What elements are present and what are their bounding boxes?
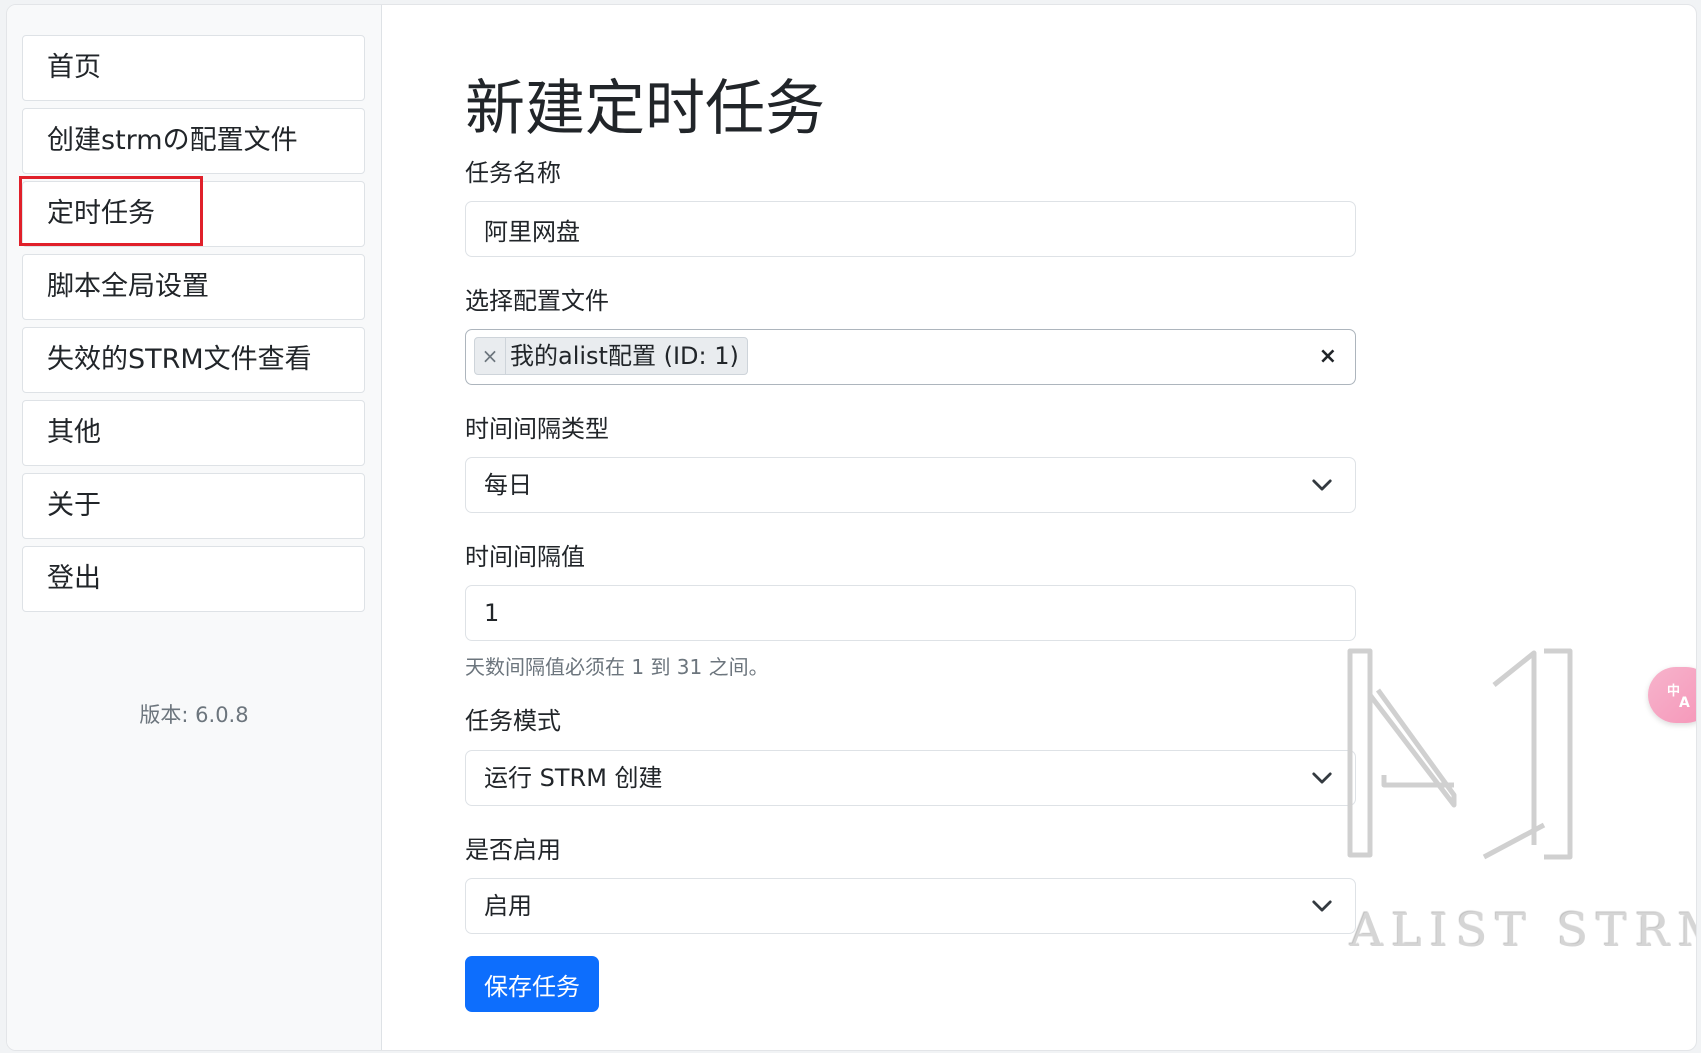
config-file-multiselect[interactable]: × 我的alist配置 (ID: 1) × [465,329,1356,385]
sidebar-item-global-settings[interactable]: 脚本全局设置 [22,254,365,320]
translate-icon: 中 A [1667,683,1690,709]
task-mode-select[interactable]: 运行 STRM 创建 [465,750,1356,806]
interval-value-input[interactable] [465,585,1356,641]
enabled-label: 是否启用 [465,836,561,864]
watermark-text: ALIST STRM [1350,903,1697,957]
task-name-label: 任务名称 [465,159,561,187]
interval-value-help: 天数间隔值必须在 1 到 31 之间。 [465,655,769,679]
sidebar-item-logout[interactable]: 登出 [22,546,365,612]
sidebar-item-invalid-strm[interactable]: 失效的STRM文件查看 [22,327,365,393]
sidebar-item-create-strm-config[interactable]: 创建strmの配置文件 [22,108,365,174]
sidebar-item-scheduled-tasks[interactable]: 定时任务 [19,176,365,247]
chevron-down-icon [1312,900,1332,912]
selected-config-tag: × 我的alist配置 (ID: 1) [474,337,748,375]
sidebar-item-home[interactable]: 首页 [22,35,365,101]
clear-selection-button[interactable]: × [1319,330,1337,384]
translate-button[interactable]: 中 A [1648,667,1696,723]
svg-text:A: A [1679,695,1690,709]
interval-type-select[interactable]: 每日 [465,457,1356,513]
interval-type-label: 时间间隔类型 [465,415,609,443]
version-label: 版本: 6.0.8 [139,703,249,727]
sidebar: 首页 创建strmの配置文件 定时任务 脚本全局设置 失效的STRM文件查看 其… [7,5,382,1050]
task-mode-value: 运行 STRM 创建 [484,764,663,792]
chevron-down-icon [1312,772,1332,784]
config-file-label: 选择配置文件 [465,287,609,315]
app-window: 首页 创建strmの配置文件 定时任务 脚本全局设置 失效的STRM文件查看 其… [6,4,1697,1051]
interval-type-value: 每日 [484,471,532,499]
task-mode-label: 任务模式 [465,707,561,735]
enabled-value: 启用 [484,892,532,920]
selected-config-label: 我的alist配置 (ID: 1) [510,342,739,370]
enabled-select[interactable]: 启用 [465,878,1356,934]
interval-value-label: 时间间隔值 [465,543,585,571]
task-name-input[interactable] [465,201,1356,257]
sidebar-item-about[interactable]: 关于 [22,473,365,539]
chevron-down-icon [1312,479,1332,491]
save-task-button[interactable]: 保存任务 [465,956,599,1012]
tag-remove-button[interactable]: × [475,338,506,374]
page-title: 新建定时任务 [465,74,825,144]
sidebar-item-other[interactable]: 其他 [22,400,365,466]
